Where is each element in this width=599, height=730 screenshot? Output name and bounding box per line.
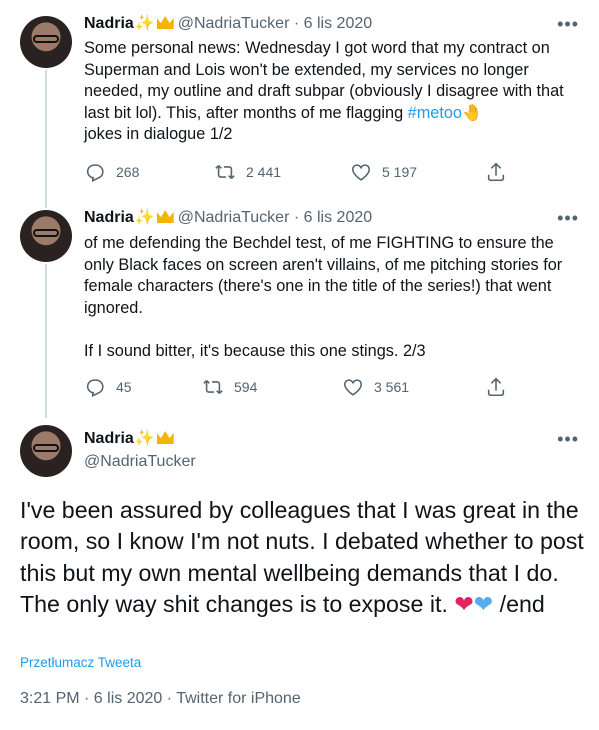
- tweet-date[interactable]: 6 lis 2020: [304, 15, 373, 32]
- tweet-actions: 45 594 3 561: [84, 376, 514, 400]
- tweet-text: of me defending the Bechdel test, of me …: [84, 234, 563, 360]
- sparkle-icon: ✨: [134, 15, 155, 32]
- author-name[interactable]: Nadria: [84, 15, 134, 32]
- like-button[interactable]: 3 561: [342, 376, 409, 398]
- focal-tweet-text: I've been assured by colleagues that I w…: [20, 495, 585, 621]
- tweet-date[interactable]: 6 lis 2020: [304, 209, 373, 226]
- more-icon[interactable]: •••: [557, 429, 579, 450]
- reply-icon: [86, 164, 104, 182]
- focal-tweet: Nadria✨ @NadriaTucker ••• I've been assu…: [0, 415, 599, 730]
- author-handle[interactable]: @NadriaTucker: [178, 209, 290, 226]
- avatar[interactable]: [20, 210, 72, 262]
- like-icon: [343, 379, 363, 396]
- crown-icon: [156, 16, 174, 29]
- reply-count: 268: [116, 164, 140, 180]
- tweet-text-body: Some personal news: Wednesday I got word…: [84, 39, 569, 122]
- share-button[interactable]: [485, 376, 517, 398]
- tweet-metadata[interactable]: 3:21 PM · 6 lis 2020 · Twitter for iPhon…: [20, 690, 301, 708]
- sparkle-icon: ✨: [134, 430, 155, 447]
- sparkle-icon: ✨: [134, 209, 155, 226]
- reply-count: 45: [116, 379, 132, 395]
- focal-tweet-end: /end: [493, 591, 545, 618]
- hashtag-emoji: 🤚: [461, 103, 483, 122]
- tweet-text-end: jokes in dialogue 1/2: [84, 125, 233, 144]
- tweet-text: Some personal news: Wednesday I got word…: [84, 38, 584, 146]
- focal-author-name-row: Nadria✨: [84, 429, 178, 449]
- translate-tweet-link[interactable]: Przetłumacz Tweeta: [20, 655, 141, 670]
- share-icon: [487, 162, 505, 182]
- like-count: 5 197: [382, 164, 418, 180]
- author-handle[interactable]: @NadriaTucker: [178, 15, 290, 32]
- thread-tweet-2[interactable]: Nadria✨ @NadriaTucker · 6 lis 2020 ••• of…: [0, 200, 599, 415]
- share-icon: [487, 377, 505, 397]
- like-count: 3 561: [374, 379, 410, 395]
- retweet-icon: [215, 165, 235, 179]
- author-name[interactable]: Nadria: [84, 209, 134, 226]
- blue-heart-emoji: ❤: [473, 591, 494, 618]
- retweet-count: 594: [234, 379, 258, 395]
- like-icon: [351, 164, 371, 181]
- reply-icon: [86, 379, 104, 397]
- red-heart-emoji: ❤: [454, 591, 474, 618]
- separator: ·: [293, 209, 300, 226]
- reply-button[interactable]: 268: [84, 161, 139, 183]
- more-icon[interactable]: •••: [557, 14, 579, 35]
- like-button[interactable]: 5 197: [350, 161, 417, 183]
- avatar[interactable]: [20, 425, 72, 477]
- tweet-actions: 268 2 441 5 197: [84, 161, 514, 185]
- share-button[interactable]: [485, 161, 517, 183]
- crown-icon: [156, 210, 174, 223]
- retweet-count: 2 441: [246, 164, 282, 180]
- tweet-header: Nadria✨ @NadriaTucker · 6 lis 2020: [84, 14, 372, 34]
- avatar[interactable]: [20, 16, 72, 68]
- more-icon[interactable]: •••: [557, 208, 579, 229]
- crown-icon: [156, 431, 174, 444]
- retweet-button[interactable]: 2 441: [214, 161, 281, 183]
- reply-button[interactable]: 45: [84, 376, 132, 398]
- author-handle[interactable]: @NadriaTucker: [84, 452, 196, 472]
- retweet-icon: [203, 380, 223, 394]
- separator: ·: [293, 15, 300, 32]
- retweet-button[interactable]: 594: [202, 376, 257, 398]
- thread-tweet-1[interactable]: Nadria✨ @NadriaTucker · 6 lis 2020 ••• So…: [0, 0, 599, 200]
- hashtag-link[interactable]: #metoo: [408, 104, 462, 122]
- author-name[interactable]: Nadria: [84, 430, 134, 447]
- tweet-header: Nadria✨ @NadriaTucker · 6 lis 2020: [84, 208, 372, 228]
